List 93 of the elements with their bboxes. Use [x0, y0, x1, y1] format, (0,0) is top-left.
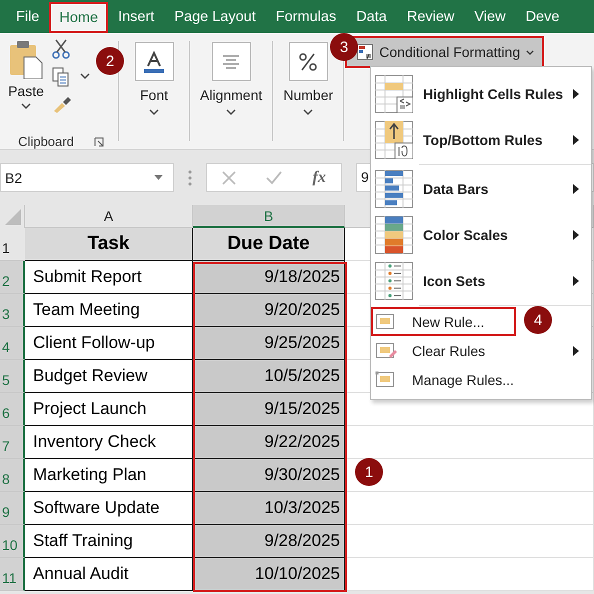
- row-header[interactable]: 11: [0, 558, 25, 591]
- group-label: Number: [283, 87, 334, 103]
- data-bars-icon: [375, 170, 413, 208]
- menu-item[interactable]: New Rule...: [371, 307, 516, 336]
- group-label: Font: [140, 87, 168, 103]
- manage-rules-icon: [375, 370, 397, 388]
- conditional-formatting-button[interactable]: Conditional Formatting: [346, 37, 544, 67]
- submenu-arrow-icon: [573, 135, 579, 145]
- ribbon-tab[interactable]: Data: [346, 0, 397, 33]
- name-box[interactable]: B2: [0, 163, 174, 192]
- table-cell: Marketing Plan: [25, 459, 193, 492]
- scissors-icon[interactable]: [52, 39, 70, 59]
- paste-button[interactable]: Paste: [8, 83, 44, 99]
- caret-icon: [526, 50, 534, 54]
- font-button[interactable]: [134, 42, 174, 81]
- ribbon-tab[interactable]: Home: [49, 2, 108, 33]
- caret-icon[interactable]: [303, 109, 314, 115]
- grip-icon[interactable]: [188, 168, 192, 186]
- row-header[interactable]: 1: [0, 228, 25, 261]
- format-painter-icon[interactable]: [52, 95, 72, 113]
- submenu-arrow-icon: [573, 184, 579, 194]
- submenu-arrow-icon: [573, 230, 579, 240]
- row-header[interactable]: 4: [0, 327, 25, 360]
- percent-icon: [298, 52, 318, 72]
- caret-icon[interactable]: [21, 103, 31, 109]
- table-cell: Software Update: [25, 492, 193, 525]
- column-header[interactable]: B: [193, 205, 345, 228]
- row-header[interactable]: 7: [0, 426, 25, 459]
- ribbon-tab[interactable]: Deve: [516, 0, 570, 33]
- menu-item[interactable]: Top/Bottom Rules: [371, 117, 591, 163]
- row-header[interactable]: 2: [0, 261, 25, 294]
- table-cell: 9/15/2025: [193, 393, 345, 426]
- table-cell: Annual Audit: [25, 558, 193, 591]
- ribbon-tab[interactable]: View: [464, 0, 516, 33]
- menu-item[interactable]: Data Bars: [371, 166, 591, 212]
- table-cell: Team Meeting: [25, 294, 193, 327]
- column-header[interactable]: A: [25, 205, 193, 228]
- table-cell: Client Follow-up: [25, 327, 193, 360]
- highlight-rules-icon: [375, 75, 413, 113]
- menu-item[interactable]: Icon Sets: [371, 258, 591, 304]
- caret-icon[interactable]: [80, 73, 90, 79]
- icon-sets-icon: [375, 262, 413, 300]
- table-cell: 9/18/2025: [193, 261, 345, 294]
- row-header[interactable]: 10: [0, 525, 25, 558]
- row-header[interactable]: 5: [0, 360, 25, 393]
- group-label: Alignment: [200, 87, 262, 103]
- caret-icon[interactable]: [226, 109, 236, 115]
- table-cell: 9/28/2025: [193, 525, 345, 558]
- table-cell: Budget Review: [25, 360, 193, 393]
- menu-item[interactable]: Manage Rules...: [371, 365, 591, 394]
- table-cell: Project Launch: [25, 393, 193, 426]
- table-cell: 9/30/2025: [193, 459, 345, 492]
- table-cell: 9/20/2025: [193, 294, 345, 327]
- insert-function-button[interactable]: fx: [312, 168, 326, 186]
- copy-icon[interactable]: [52, 67, 70, 87]
- caret-icon[interactable]: [149, 109, 159, 115]
- table-header: Due Date: [193, 228, 345, 261]
- row-header[interactable]: 8: [0, 459, 25, 492]
- submenu-arrow-icon: [573, 346, 579, 356]
- table-cell: Inventory Check: [25, 426, 193, 459]
- font-color-icon: [142, 50, 166, 74]
- table-cell: 10/3/2025: [193, 492, 345, 525]
- submenu-arrow-icon: [573, 276, 579, 286]
- ribbon-tab[interactable]: Review: [396, 0, 464, 33]
- align-center-icon: [221, 54, 242, 68]
- menu-item[interactable]: Color Scales: [371, 212, 591, 258]
- table-header: Task: [25, 228, 193, 261]
- clipboard-icon[interactable]: [8, 39, 44, 79]
- ribbon-tab[interactable]: Page Layout: [164, 0, 266, 33]
- alignment-button[interactable]: [212, 42, 251, 81]
- table-cell: 9/22/2025: [193, 426, 345, 459]
- row-header[interactable]: 9: [0, 492, 25, 525]
- table-cell: 9/25/2025: [193, 327, 345, 360]
- row-header[interactable]: 6: [0, 393, 25, 426]
- table-cell: Submit Report: [25, 261, 193, 294]
- ribbon-tab[interactable]: File: [6, 0, 50, 33]
- number-button[interactable]: [288, 42, 328, 81]
- row-header[interactable]: 3: [0, 294, 25, 327]
- checkmark-icon[interactable]: [266, 170, 282, 184]
- ribbon-tab[interactable]: Formulas: [266, 0, 346, 33]
- ribbon-tab[interactable]: Insert: [108, 0, 164, 33]
- top-bottom-rules-icon: [375, 121, 413, 159]
- group-label: Clipboard: [18, 134, 74, 149]
- conditional-formatting-icon: [357, 44, 374, 60]
- table-cell: 10/5/2025: [193, 360, 345, 393]
- submenu-arrow-icon: [573, 89, 579, 99]
- menu-item[interactable]: Highlight Cells Rules: [371, 71, 591, 117]
- menu-item[interactable]: Clear Rules: [371, 336, 591, 365]
- table-cell: 10/10/2025: [193, 558, 345, 591]
- dialog-launcher-icon[interactable]: [94, 136, 104, 146]
- color-scales-icon: [375, 216, 413, 254]
- clear-rules-icon: [375, 342, 397, 360]
- table-cell: Staff Training: [25, 525, 193, 558]
